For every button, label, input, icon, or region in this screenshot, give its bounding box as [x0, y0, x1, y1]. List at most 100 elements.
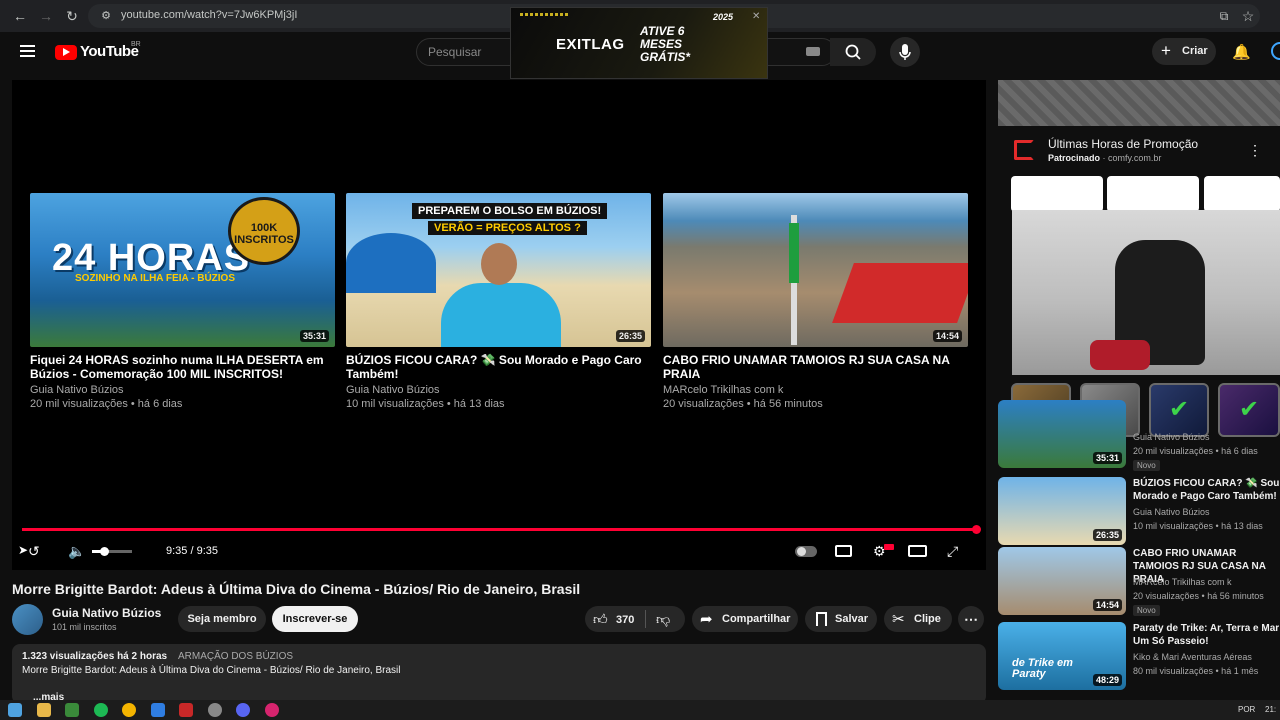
youtube-logo-text[interactable]: YouTube — [80, 43, 139, 60]
spotify-icon[interactable] — [94, 703, 108, 717]
theater-mode-icon[interactable] — [908, 545, 927, 557]
end-screen-thumbnail[interactable]: 14:54 — [663, 193, 968, 347]
end-screen-meta: 20 visualizações • há 56 minutos — [663, 398, 823, 410]
clock[interactable]: 21: — [1265, 705, 1276, 714]
volume-icon[interactable]: 🔈 — [68, 543, 85, 559]
start-icon[interactable] — [8, 703, 22, 717]
hd-badge — [884, 544, 894, 550]
more-actions-icon[interactable]: ⋯ — [958, 606, 984, 632]
end-screen-meta: 10 mil visualizações • há 13 dias — [346, 398, 505, 410]
menu-icon[interactable] — [20, 45, 35, 47]
recommendation-thumbnail[interactable]: 26:35 — [998, 477, 1126, 545]
install-app-icon[interactable]: ⧉ — [1216, 8, 1232, 24]
new-badge: Novo — [1133, 460, 1160, 471]
duration-badge: 48:29 — [1092, 674, 1122, 686]
person-figure — [441, 283, 561, 347]
duration-badge: 14:54 — [932, 330, 962, 342]
ad-title[interactable]: Últimas Horas de Promoção — [1048, 137, 1198, 151]
video-title: Morre Brigitte Bardot: Adeus à Última Di… — [12, 581, 581, 597]
umbrella-shape — [346, 233, 436, 293]
recommendation-title[interactable]: BÚZIOS FICOU CARA? 💸 Sou Morado e Pago C… — [1133, 477, 1280, 503]
voice-search-button[interactable] — [890, 37, 920, 67]
app-icon[interactable] — [265, 703, 279, 717]
forward-icon[interactable]: → — [38, 8, 54, 24]
recommendation-thumbnail[interactable]: 35:31 — [998, 400, 1126, 468]
share-label: Compartilhar — [722, 613, 791, 625]
thumb-subline: SOZINHO NA ILHA FEIA - BÚZIOS — [75, 273, 235, 284]
ad-product-2[interactable] — [1107, 176, 1199, 212]
like-icon[interactable]: 👍︎ — [593, 611, 608, 628]
progress-scrubber[interactable] — [972, 525, 981, 534]
ad-product-1[interactable] — [1011, 176, 1103, 212]
back-icon[interactable]: ← — [12, 8, 28, 24]
comfy-logo-icon — [1014, 140, 1034, 160]
ad-product-3[interactable] — [1204, 176, 1280, 212]
ad-year: 2025 — [713, 12, 734, 22]
end-screen-thumbnail[interactable]: 24 HORAS SOZINHO NA ILHA FEIA - BÚZIOS 1… — [30, 193, 335, 347]
language-indicator[interactable]: POR — [1238, 705, 1255, 714]
dislike-icon[interactable]: 👎︎ — [656, 611, 670, 628]
location-tag[interactable]: ARMAÇÃO DOS BÚZIOS — [178, 651, 293, 662]
ad-menu-icon[interactable]: ⋮ — [1248, 142, 1262, 159]
subscriber-count: 101 mil inscritos — [52, 622, 117, 632]
reload-icon[interactable]: ↻ — [64, 8, 80, 24]
sponsor-domain: · comfy.com.br — [1102, 153, 1162, 163]
end-screen-title[interactable]: BÚZIOS FICOU CARA? 💸 Sou Morado e Pago C… — [346, 353, 651, 381]
channel-name[interactable]: Guia Nativo Búzios — [52, 606, 161, 620]
recommendation-thumbnail[interactable]: de Trike em Paraty 48:29 — [998, 622, 1126, 690]
recommendation-item[interactable]: 26:35 BÚZIOS FICOU CARA? 💸 Sou Morado e … — [998, 477, 1280, 549]
like-count: 370 — [616, 614, 635, 626]
volume-knob[interactable] — [100, 547, 109, 556]
chrome-icon[interactable] — [122, 703, 136, 717]
recommendation-item[interactable]: 35:31 Guia Nativo Búzios 20 mil visualiz… — [998, 400, 1280, 472]
end-screen-title[interactable]: CABO FRIO UNAMAR TAMOIOS RJ SUA CASA NA … — [663, 353, 968, 381]
end-screen-card-1[interactable]: 24 HORAS SOZINHO NA ILHA FEIA - BÚZIOS 1… — [30, 193, 335, 410]
notifications-bell-icon[interactable]: 🔔 — [1232, 43, 1251, 61]
flag — [789, 223, 799, 283]
ad-brand: EXITLAG — [556, 36, 625, 53]
app-icon[interactable] — [179, 703, 193, 717]
scissors-icon: ✂ — [892, 611, 905, 628]
progress-bar[interactable] — [22, 528, 978, 531]
ad-close-icon[interactable]: ✕ — [752, 11, 760, 22]
recommendation-item[interactable]: 14:54 CABO FRIO UNAMAR TAMOIOS RJ SUA CA… — [998, 547, 1280, 619]
subtitles-icon[interactable] — [835, 545, 852, 557]
view-stats: 1.323 visualizações há 2 horas — [22, 651, 168, 662]
app-icon[interactable] — [65, 703, 79, 717]
cursor-icon: ➤ — [18, 543, 29, 557]
duration-badge: 26:35 — [615, 330, 645, 342]
url-text[interactable]: youtube.com/watch?v=7Jw6KPMj3jI — [121, 9, 297, 21]
app-icon[interactable] — [151, 703, 165, 717]
end-screen-channel: Guia Nativo Búzios — [346, 384, 440, 396]
sponsored-label: Patrocinado — [1048, 153, 1101, 163]
discord-icon[interactable] — [236, 703, 250, 717]
subscribe-button[interactable]: Inscrever-se — [272, 606, 358, 632]
recommendation-thumbnail[interactable]: 14:54 — [998, 547, 1126, 615]
bookmark-star-icon[interactable]: ☆ — [1240, 8, 1256, 24]
fullscreen-icon[interactable]: ⤢ — [947, 543, 958, 559]
site-info-icon[interactable]: ⚙ — [98, 8, 114, 24]
search-icon — [845, 44, 861, 60]
end-screen-card-2[interactable]: PREPAREM O BOLSO EM BÚZIOS! VERÃO = PREÇ… — [346, 193, 651, 410]
end-screen-title[interactable]: Fiquei 24 HORAS sozinho numa ILHA DESERT… — [30, 353, 335, 381]
pillow-shape — [1090, 340, 1150, 370]
duration-badge: 35:31 — [1092, 452, 1122, 464]
thumb-headline: de Trike em Paraty — [1012, 657, 1073, 680]
app-icon[interactable] — [208, 703, 222, 717]
end-screen-thumbnail[interactable]: PREPAREM O BOLSO EM BÚZIOS! VERÃO = PREÇ… — [346, 193, 651, 347]
file-explorer-icon[interactable] — [37, 703, 51, 717]
keyboard-icon[interactable] — [806, 47, 820, 56]
channel-avatar[interactable] — [12, 604, 43, 635]
save-bookmark-icon — [816, 612, 827, 626]
recommendation-item[interactable]: de Trike em Paraty 48:29 Paraty de Trike… — [998, 622, 1280, 694]
thumb-headline: PREPAREM O BOLSO EM BÚZIOS! — [412, 203, 608, 219]
recommendation-meta: 10 mil visualizações • há 13 dias — [1133, 521, 1263, 531]
autoplay-knob — [797, 547, 806, 556]
search-button[interactable] — [830, 38, 876, 66]
red-roof-shape — [832, 263, 968, 323]
recommendation-title[interactable]: Paraty de Trike: Ar, Terra e Mar Um Só P… — [1133, 622, 1280, 648]
recommendation-channel: Guia Nativo Búzios — [1133, 432, 1210, 442]
replay-icon[interactable]: ↺ — [28, 543, 40, 559]
join-button[interactable]: Seja membro — [178, 606, 266, 632]
end-screen-card-3[interactable]: 14:54 CABO FRIO UNAMAR TAMOIOS RJ SUA CA… — [663, 193, 968, 410]
